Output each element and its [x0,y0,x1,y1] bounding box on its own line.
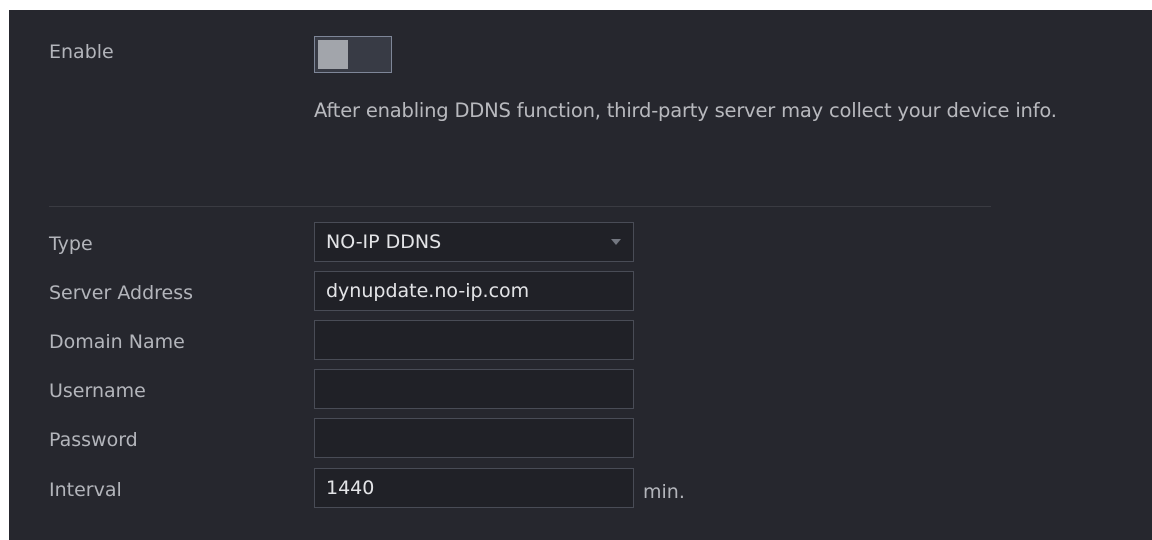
domain-name-label: Domain Name [49,331,185,353]
domain-name-input[interactable] [314,320,634,360]
interval-input[interactable]: 1440 [314,468,634,508]
ddns-privacy-notice: After enabling DDNS function, third-part… [314,99,1057,122]
username-label: Username [49,380,146,402]
toggle-knob [318,40,348,69]
section-divider [49,206,991,207]
type-dropdown[interactable]: NO-IP DDNS [314,222,634,262]
username-input[interactable] [314,369,634,409]
type-label: Type [49,233,93,255]
interval-label: Interval [49,479,122,501]
enable-toggle[interactable] [314,36,392,73]
password-label: Password [49,429,138,451]
type-selected-value: NO-IP DDNS [326,231,442,253]
interval-unit: min. [643,481,685,503]
password-input[interactable] [314,418,634,458]
ddns-settings-panel: Enable After enabling DDNS function, thi… [9,10,1152,540]
dropdown-arrow-icon [611,239,621,245]
enable-label: Enable [49,41,114,63]
server-address-label: Server Address [49,282,194,304]
server-address-input[interactable]: dynupdate.no-ip.com [314,271,634,311]
